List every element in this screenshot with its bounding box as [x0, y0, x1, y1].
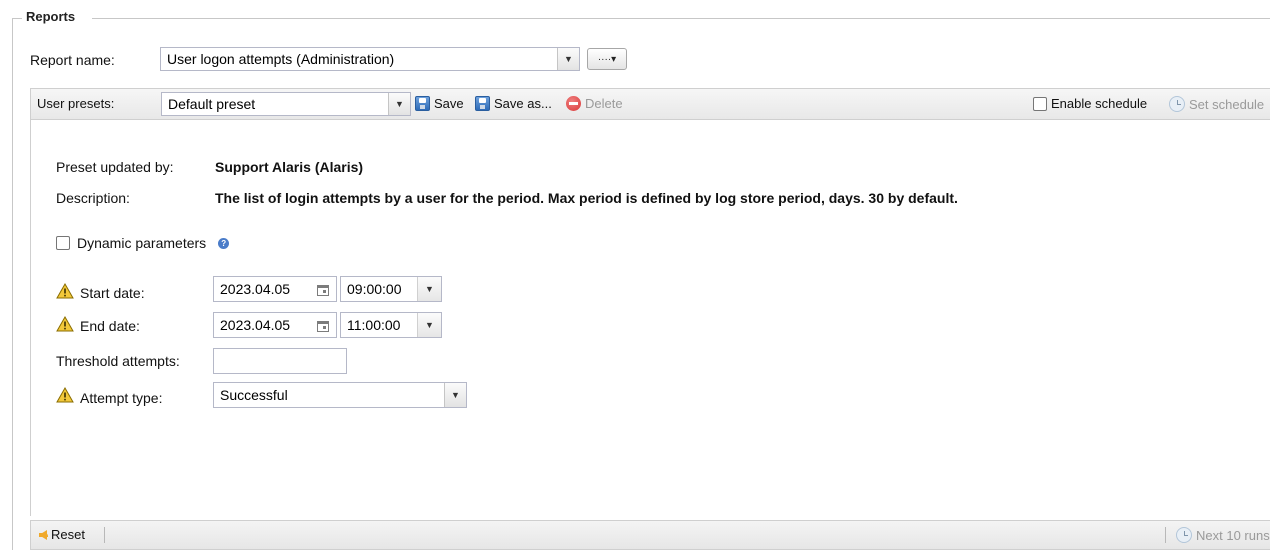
updated-by-label: Preset updated by:: [56, 159, 174, 175]
enable-schedule-toggle[interactable]: Enable schedule: [1033, 96, 1147, 111]
fieldset-border: [92, 18, 1270, 19]
fieldset-border: [12, 18, 22, 19]
dynamic-parameters-label: Dynamic parameters: [77, 235, 207, 251]
delete-label: Delete: [585, 96, 623, 111]
clock-icon: [1176, 527, 1192, 543]
calendar-icon[interactable]: [310, 313, 336, 339]
start-date-field[interactable]: 2023.04.05: [213, 276, 337, 302]
chevron-down-icon[interactable]: ▼: [388, 93, 410, 115]
dynamic-parameters-checkbox[interactable]: [56, 236, 70, 250]
set-schedule-button[interactable]: Set schedule: [1169, 96, 1264, 112]
save-label: Save: [434, 96, 464, 111]
warning-icon: [56, 387, 74, 403]
end-time-value: 11:00:00: [347, 317, 401, 333]
chevron-down-icon[interactable]: ▼: [557, 48, 579, 70]
reset-button[interactable]: Reset: [39, 527, 85, 542]
threshold-input[interactable]: [213, 348, 347, 374]
presets-label: User presets:: [37, 96, 115, 111]
report-name-combo[interactable]: User logon attempts (Administration) ▼: [160, 47, 580, 71]
description-label: Description:: [56, 190, 130, 206]
save-as-button[interactable]: Save as...: [475, 96, 552, 111]
end-date-label: End date:: [80, 318, 140, 334]
chevron-down-icon[interactable]: ▼: [417, 313, 441, 337]
calendar-icon[interactable]: [310, 277, 336, 303]
set-schedule-label: Set schedule: [1189, 96, 1265, 112]
updated-by-value: Support Alaris (Alaris): [215, 159, 364, 175]
section-legend: Reports: [26, 9, 76, 24]
threshold-label: Threshold attempts:: [56, 353, 180, 369]
preset-combo[interactable]: Default preset ▼: [161, 92, 411, 116]
undo-arrow-icon: [39, 529, 48, 540]
end-time-combo[interactable]: 11:00:00 ▼: [340, 312, 442, 338]
fieldset-border: [12, 18, 13, 550]
enable-schedule-checkbox[interactable]: [1033, 96, 1047, 111]
next-runs-button[interactable]: Next 10 runs: [1176, 527, 1270, 543]
save-as-icon: [475, 96, 490, 111]
enable-schedule-label: Enable schedule: [1051, 96, 1148, 111]
help-icon[interactable]: ?: [218, 237, 230, 249]
chevron-down-icon[interactable]: ▼: [444, 383, 466, 407]
reset-label: Reset: [51, 527, 85, 542]
preset-value: Default preset: [168, 96, 256, 112]
toolbar-separator: [104, 527, 105, 543]
clock-icon: [1169, 96, 1185, 112]
attempt-type-label: Attempt type:: [80, 390, 163, 406]
warning-icon: [56, 283, 74, 299]
save-button[interactable]: Save: [415, 96, 464, 111]
attempt-type-value: Successful: [220, 387, 288, 403]
report-more-button[interactable]: ····▾: [587, 48, 627, 70]
chevron-down-icon[interactable]: ▼: [417, 277, 441, 301]
start-date-value: 2023.04.05: [220, 281, 291, 297]
next-runs-label: Next 10 runs: [1196, 527, 1270, 543]
start-time-value: 09:00:00: [347, 281, 402, 297]
report-name-value: User logon attempts (Administration): [167, 51, 395, 67]
warning-icon: [56, 316, 74, 332]
start-time-combo[interactable]: 09:00:00 ▼: [340, 276, 442, 302]
delete-button[interactable]: Delete: [566, 96, 623, 111]
save-icon: [415, 96, 430, 111]
delete-icon: [566, 96, 581, 111]
report-footer: Reset Next 10 runs: [30, 520, 1270, 550]
start-date-label: Start date:: [80, 285, 145, 301]
attempt-type-combo[interactable]: Successful ▼: [213, 382, 467, 408]
dynamic-parameters-toggle[interactable]: Dynamic parameters ?: [56, 235, 230, 251]
save-as-label: Save as...: [494, 96, 552, 111]
toolbar-separator: [1165, 527, 1166, 543]
report-name-label: Report name:: [30, 52, 115, 68]
end-date-value: 2023.04.05: [220, 317, 291, 333]
presets-toolbar: User presets: Default preset ▼ Save Save…: [30, 88, 1270, 120]
end-date-field[interactable]: 2023.04.05: [213, 312, 337, 338]
description-value: The list of login attempts by a user for…: [215, 190, 958, 206]
